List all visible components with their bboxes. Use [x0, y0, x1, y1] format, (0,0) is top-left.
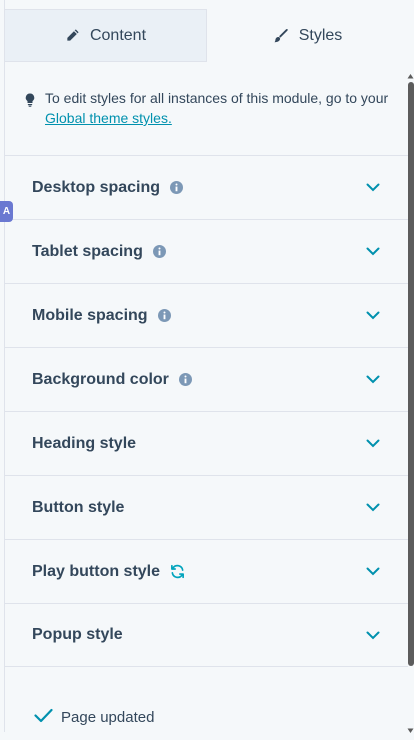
scrollbar-thumb[interactable]: [408, 82, 414, 666]
brush-icon: [273, 28, 289, 44]
chevron-down-icon: [366, 567, 380, 576]
section-tablet-spacing[interactable]: Tablet spacing: [5, 219, 408, 283]
lightbulb-icon: [25, 92, 35, 128]
section-label: Desktop spacing: [32, 178, 161, 196]
pencil-icon: [65, 28, 80, 43]
global-theme-styles-link[interactable]: Global theme styles.: [45, 110, 172, 126]
notice-text: To edit styles for all instances of this…: [45, 90, 389, 106]
tab-styles[interactable]: Styles: [207, 9, 408, 62]
section-label: Mobile spacing: [32, 306, 148, 324]
tab-styles-label: Styles: [298, 26, 343, 44]
style-sections-list: Desktop spacing Tablet spacing Mobile sp…: [5, 155, 408, 667]
section-label: Heading style: [32, 434, 137, 452]
tab-bar: Content Styles: [5, 9, 408, 62]
scroll-down-arrow-icon[interactable]: [407, 722, 414, 733]
section-label: Popup style: [32, 626, 123, 643]
section-play-button-style[interactable]: Play button style: [5, 539, 408, 603]
section-background-color[interactable]: Background color: [5, 347, 408, 411]
chevron-down-icon: [366, 247, 380, 256]
tab-content-label: Content: [89, 26, 147, 44]
info-icon[interactable]: [178, 373, 192, 386]
chevron-down-icon: [366, 503, 380, 512]
chevron-down-icon: [366, 375, 380, 384]
section-label: Tablet spacing: [32, 242, 143, 260]
checkmark-icon: [34, 708, 53, 727]
section-heading-style[interactable]: Heading style: [5, 411, 408, 475]
styles-panel: Content Styles To edit styles for all in…: [4, 0, 408, 732]
info-icon[interactable]: [170, 181, 184, 194]
edge-badge[interactable]: A: [0, 201, 13, 222]
save-status-text: Page updated: [61, 709, 155, 726]
section-desktop-spacing[interactable]: Desktop spacing: [5, 155, 408, 219]
tab-content[interactable]: Content: [5, 9, 207, 62]
global-styles-notice: To edit styles for all instances of this…: [25, 88, 395, 128]
section-label: Background color: [32, 370, 169, 388]
sync-icon: [170, 564, 185, 579]
chevron-down-icon: [366, 439, 380, 448]
scroll-up-arrow-icon[interactable]: [407, 67, 414, 79]
chevron-down-icon: [366, 631, 380, 640]
info-icon[interactable]: [157, 309, 171, 322]
notice-text-wrapper: To edit styles for all instances of this…: [45, 88, 395, 128]
section-label: Play button style: [32, 562, 161, 580]
chevron-down-icon: [366, 183, 380, 192]
section-label: Button style: [32, 498, 125, 516]
chevron-down-icon: [366, 311, 380, 320]
section-popup-style[interactable]: Popup style: [5, 603, 408, 667]
save-status: Page updated: [34, 708, 154, 727]
info-icon[interactable]: [152, 245, 166, 258]
section-button-style[interactable]: Button style: [5, 475, 408, 539]
section-mobile-spacing[interactable]: Mobile spacing: [5, 283, 408, 347]
